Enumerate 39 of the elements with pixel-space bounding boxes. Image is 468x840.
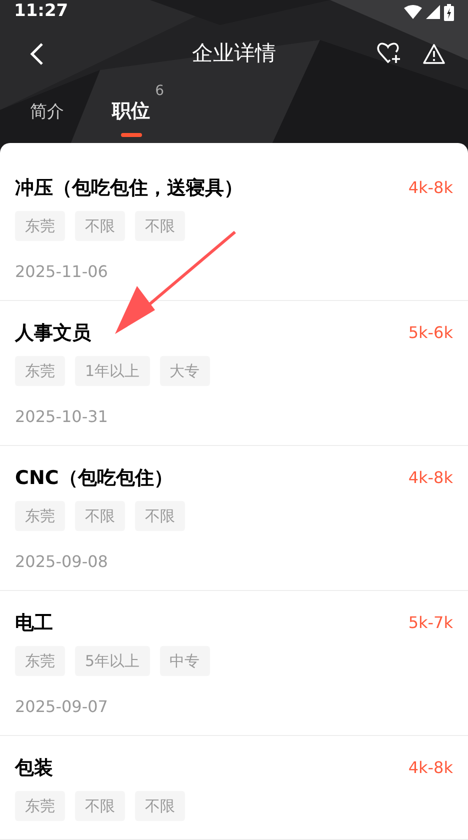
job-title[interactable]: 人事文员: [15, 318, 91, 348]
salary: 5k-6k: [408, 322, 453, 344]
job-tag: 5年以上: [75, 646, 150, 676]
signal-icon: [426, 5, 440, 19]
job-tag: 不限: [135, 791, 185, 821]
warning-icon[interactable]: [422, 42, 446, 65]
tab[interactable]: 简介: [30, 100, 64, 137]
salary: 4k-8k: [408, 177, 453, 199]
job-tag: 东莞: [15, 501, 65, 531]
job-tag: 东莞: [15, 211, 65, 241]
battery-icon: [444, 4, 454, 20]
post-date: 2025-09-08: [15, 551, 108, 573]
job-tag: 东莞: [15, 356, 65, 386]
job-title[interactable]: 冲压（包吃包住，送寝具）: [15, 174, 243, 202]
job-tag: 不限: [75, 211, 125, 241]
salary: 4k-8k: [408, 467, 453, 489]
job-title[interactable]: 包装: [15, 754, 53, 782]
job-title[interactable]: CNC（包吃包住）: [15, 464, 173, 492]
post-date: 2025-10-31: [15, 406, 108, 428]
job-tag: 不限: [135, 501, 185, 531]
job-title[interactable]: 电工: [15, 608, 53, 638]
tab-count: 6: [155, 82, 164, 100]
page-title: 企业详情: [192, 40, 276, 67]
job-tag: 东莞: [15, 791, 65, 821]
salary: 4k-8k: [408, 757, 453, 779]
post-date: 2025-09-07: [15, 696, 108, 718]
wifi-icon: [404, 5, 422, 19]
job-tag: 不限: [135, 211, 185, 241]
job-tag: 大专: [160, 356, 210, 386]
job-tag: 中专: [160, 646, 210, 676]
salary: 5k-7k: [408, 612, 453, 634]
back-icon[interactable]: [30, 42, 44, 66]
job-tag: 不限: [75, 501, 125, 531]
job-tag: 1年以上: [75, 356, 150, 386]
follow-heart-icon[interactable]: [376, 42, 402, 66]
job-tag: 东莞: [15, 646, 65, 676]
job-tag: 不限: [75, 791, 125, 821]
post-date: 2025-11-06: [15, 261, 108, 283]
status-time: 11:27: [14, 0, 68, 24]
